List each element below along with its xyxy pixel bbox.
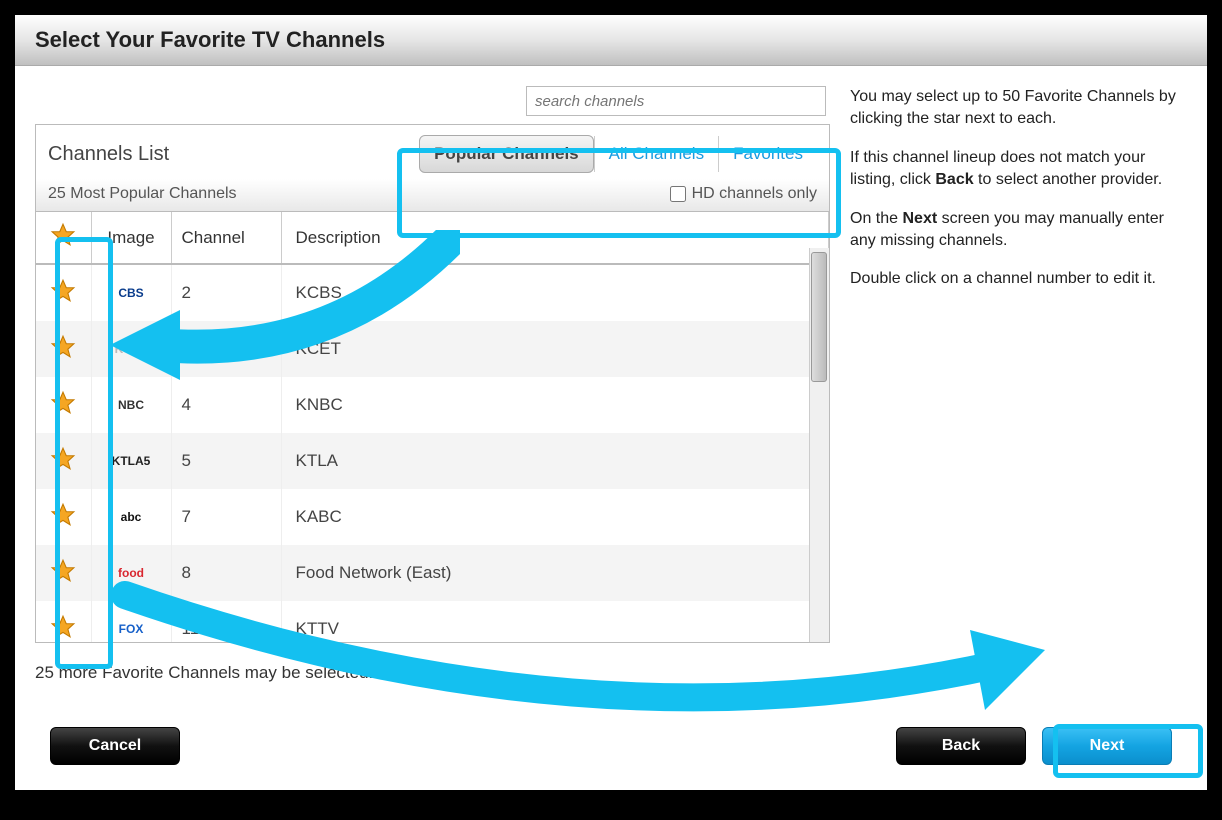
favorite-star-cell[interactable]: [36, 545, 91, 601]
channel-logo: KTLA5: [101, 441, 161, 481]
table-row[interactable]: FOX 11KTTV: [36, 601, 829, 642]
right-buttons: Back Next: [896, 727, 1172, 765]
channel-description-cell: KCET: [281, 321, 829, 377]
channel-logo-cell: KTLA5: [91, 433, 171, 489]
col-header-star[interactable]: [36, 212, 91, 264]
channel-number-cell[interactable]: 5: [171, 433, 281, 489]
panel-subtitle: 25 Most Popular Channels: [48, 185, 670, 203]
col-header-description[interactable]: Description: [281, 212, 829, 264]
favorite-star-cell[interactable]: [36, 601, 91, 642]
col-header-channel[interactable]: Channel: [171, 212, 281, 264]
channel-number-cell[interactable]: 2: [171, 264, 281, 321]
tab-favorites[interactable]: Favorites: [718, 136, 817, 172]
help-p1: You may select up to 50 Favorite Channel…: [850, 86, 1187, 131]
search-row: [35, 86, 830, 116]
channel-logo-cell: food: [91, 545, 171, 601]
tab-container: Popular Channels All Channels Favorites: [419, 135, 817, 173]
back-button[interactable]: Back: [896, 727, 1026, 765]
panel-header: Channels List Popular Channels All Chann…: [36, 125, 829, 179]
star-icon: [50, 513, 76, 532]
channel-description-cell: Food Network (East): [281, 545, 829, 601]
channel-description-cell: KTLA: [281, 433, 829, 489]
star-icon: [50, 345, 76, 364]
content-area: Channels List Popular Channels All Chann…: [15, 66, 1207, 703]
table-row[interactable]: food8Food Network (East): [36, 545, 829, 601]
star-icon: [50, 625, 76, 643]
table-row[interactable]: NBC4KNBC: [36, 377, 829, 433]
channel-number-cell[interactable]: 3: [171, 321, 281, 377]
favorite-star-cell[interactable]: [36, 377, 91, 433]
panel-sub-row: 25 Most Popular Channels HD channels onl…: [36, 179, 829, 212]
tab-all-channels[interactable]: All Channels: [594, 136, 718, 172]
channel-description-cell: KABC: [281, 489, 829, 545]
table-row[interactable]: KCET3KCET: [36, 321, 829, 377]
cancel-button[interactable]: Cancel: [50, 727, 180, 765]
star-icon: [50, 289, 76, 308]
favorite-star-cell[interactable]: [36, 264, 91, 321]
channel-number-cell[interactable]: 8: [171, 545, 281, 601]
help-p3: On the Next screen you may manually ente…: [850, 208, 1187, 253]
channel-description-cell: KTTV: [281, 601, 829, 642]
table-row[interactable]: abc7KABC: [36, 489, 829, 545]
star-icon: [50, 233, 76, 252]
dialog-frame: Select Your Favorite TV Channels Channel…: [15, 15, 1207, 790]
left-column: Channels List Popular Channels All Chann…: [35, 86, 830, 683]
help-p2: If this channel lineup does not match yo…: [850, 147, 1187, 192]
star-icon: [50, 401, 76, 420]
channel-number-cell[interactable]: 11: [171, 601, 281, 642]
channel-logo: abc: [101, 497, 161, 537]
hd-only-checkbox[interactable]: [670, 186, 686, 202]
channels-panel: Channels List Popular Channels All Chann…: [35, 124, 830, 643]
page-title: Select Your Favorite TV Channels: [35, 27, 1187, 53]
channel-logo-cell: KCET: [91, 321, 171, 377]
col-header-image[interactable]: Image: [91, 212, 171, 264]
channel-number-cell[interactable]: 4: [171, 377, 281, 433]
channel-logo: food: [101, 553, 161, 593]
channel-logo-cell: CBS: [91, 264, 171, 321]
channel-logo: CBS: [101, 273, 161, 313]
table-wrap: Image Channel Description CBS2KCBSKCET3K…: [36, 212, 829, 642]
channel-logo-cell: FOX: [91, 601, 171, 642]
next-button[interactable]: Next: [1042, 727, 1172, 765]
tab-popular-channels[interactable]: Popular Channels: [419, 135, 594, 173]
star-icon: [50, 457, 76, 476]
channel-logo-cell: abc: [91, 489, 171, 545]
channel-logo: FOX: [101, 609, 161, 642]
hd-only-checkbox-label[interactable]: HD channels only: [670, 185, 817, 203]
favorite-star-cell[interactable]: [36, 433, 91, 489]
channel-description-cell: KCBS: [281, 264, 829, 321]
header-bar: Select Your Favorite TV Channels: [15, 15, 1207, 66]
footer-note: 25 more Favorite Channels may be selecte…: [35, 663, 830, 683]
channels-table: Image Channel Description CBS2KCBSKCET3K…: [36, 212, 829, 642]
favorite-star-cell[interactable]: [36, 321, 91, 377]
channel-logo: KCET: [101, 329, 161, 369]
favorite-star-cell[interactable]: [36, 489, 91, 545]
channel-logo-cell: NBC: [91, 377, 171, 433]
channel-description-cell: KNBC: [281, 377, 829, 433]
table-header-row: Image Channel Description: [36, 212, 829, 264]
channel-logo: NBC: [101, 385, 161, 425]
scrollbar-thumb[interactable]: [811, 252, 827, 382]
button-row: Cancel Back Next: [50, 727, 1172, 765]
table-row[interactable]: CBS2KCBS: [36, 264, 829, 321]
channel-number-cell[interactable]: 7: [171, 489, 281, 545]
search-input[interactable]: [526, 86, 826, 116]
table-row[interactable]: KTLA55KTLA: [36, 433, 829, 489]
star-icon: [50, 569, 76, 588]
help-p4: Double click on a channel number to edit…: [850, 268, 1187, 290]
hd-only-label: HD channels only: [692, 185, 817, 203]
panel-title: Channels List: [48, 143, 419, 166]
help-text: You may select up to 50 Favorite Channel…: [850, 86, 1187, 683]
